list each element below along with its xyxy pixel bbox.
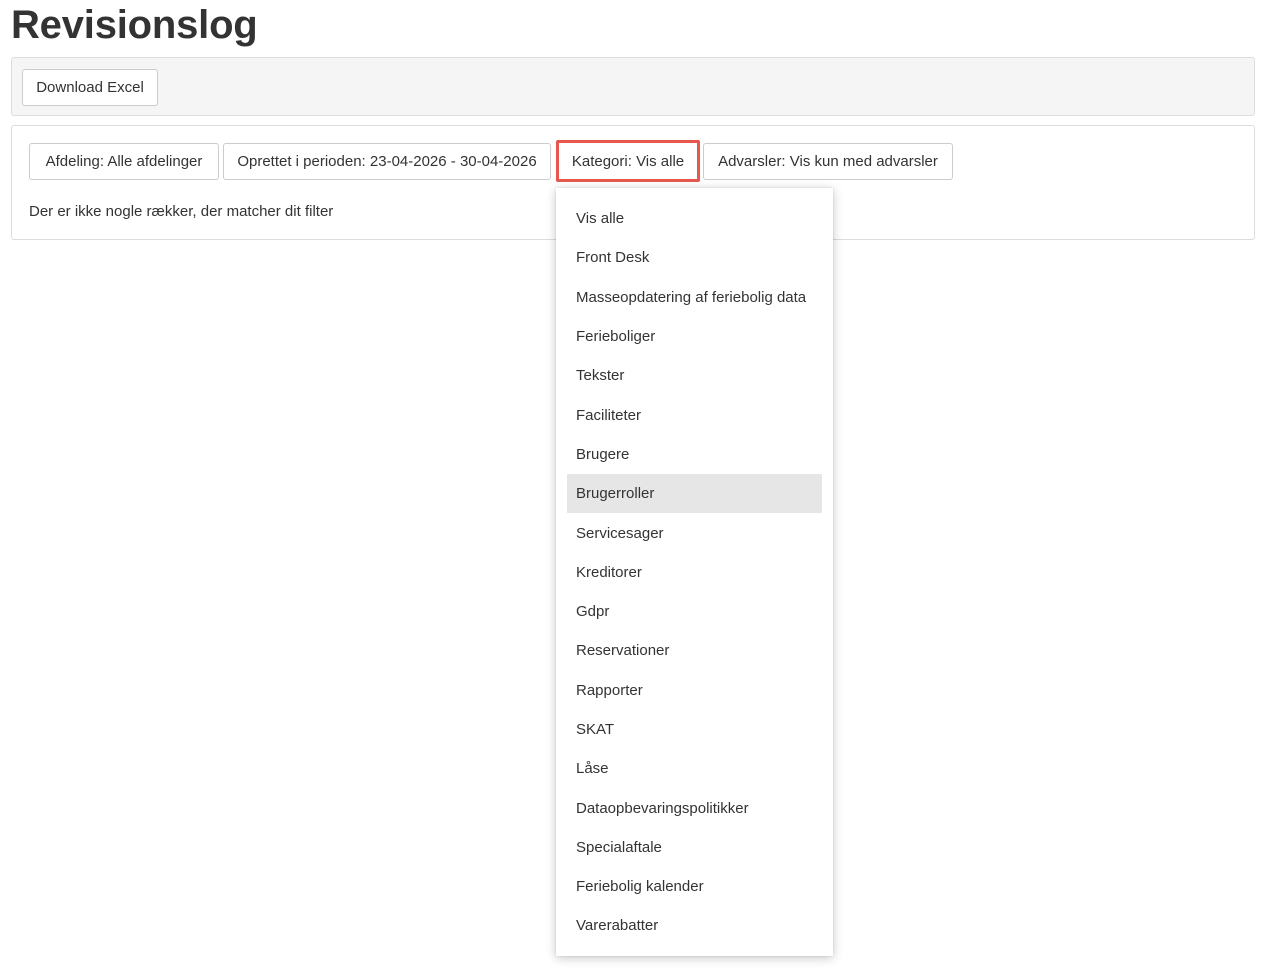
dropdown-item[interactable]: SKAT bbox=[567, 710, 822, 749]
periode-filter-button[interactable]: Oprettet i perioden: 23-04-2026 - 30-04-… bbox=[223, 143, 551, 180]
download-excel-button[interactable]: Download Excel bbox=[22, 69, 158, 106]
dropdown-item[interactable]: Gdpr bbox=[567, 592, 822, 631]
dropdown-item[interactable]: Varerabatter bbox=[567, 906, 822, 945]
kategori-dropdown-menu: Vis alle Front Desk Masseopdatering af fer… bbox=[556, 188, 833, 956]
dropdown-item[interactable]: Låse bbox=[567, 749, 822, 788]
dropdown-item[interactable]: Feriebolig kalender bbox=[567, 867, 822, 906]
dropdown-item[interactable]: Brugerroller bbox=[567, 474, 822, 514]
advarsler-filter-button[interactable]: Advarsler: Vis kun med advarsler bbox=[703, 143, 953, 180]
dropdown-item[interactable]: Rapporter bbox=[567, 671, 822, 710]
dropdown-item[interactable]: Front Desk bbox=[567, 238, 822, 277]
dropdown-item[interactable]: Faciliteter bbox=[567, 395, 822, 434]
dropdown-item[interactable]: Specialaftale bbox=[567, 828, 822, 867]
dropdown-item[interactable]: Kreditorer bbox=[567, 553, 822, 592]
afdeling-filter-button[interactable]: Afdeling: Alle afdelinger bbox=[29, 143, 219, 180]
dropdown-item[interactable]: Brugere bbox=[567, 435, 822, 474]
dropdown-item[interactable]: Masseopdatering af feriebolig data bbox=[567, 278, 822, 317]
dropdown-item[interactable]: Vis alle bbox=[567, 199, 822, 238]
toolbar: Download Excel bbox=[11, 57, 1255, 116]
dropdown-item[interactable]: Servicesager bbox=[567, 513, 822, 552]
dropdown-item[interactable]: Dataopbevaringspolitikker bbox=[567, 788, 822, 827]
dropdown-item[interactable]: Reservationer bbox=[567, 631, 822, 670]
empty-results-message: Der er ikke nogle rækker, der matcher di… bbox=[29, 203, 334, 220]
page-title: Revisionslog bbox=[11, 3, 258, 47]
dropdown-item[interactable]: Ferieboliger bbox=[567, 317, 822, 356]
kategori-filter-button[interactable]: Kategori: Vis alle bbox=[556, 140, 700, 182]
dropdown-item[interactable]: Tekster bbox=[567, 356, 822, 395]
